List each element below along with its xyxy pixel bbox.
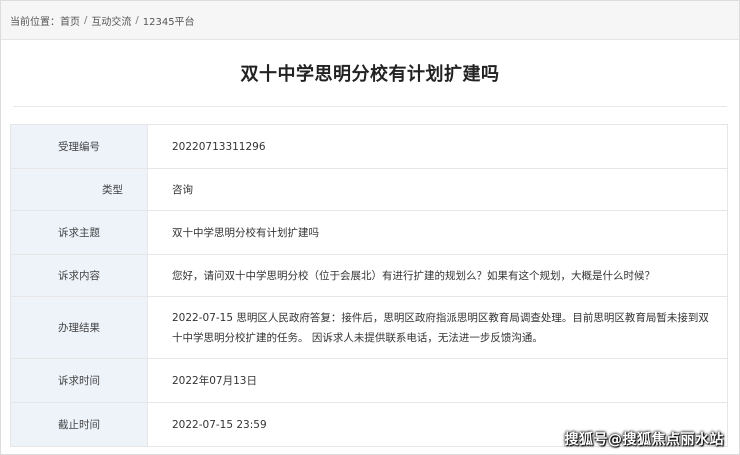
row-label-type: 类型: [10, 168, 148, 211]
breadcrumb-separator: /: [135, 14, 139, 26]
breadcrumb-link-12345[interactable]: 12345平台: [143, 13, 195, 28]
row-label-case-number: 受理编号: [10, 124, 148, 169]
breadcrumb-separator: /: [84, 14, 88, 26]
row-value-type: 咨询: [147, 168, 728, 211]
table-row: 诉求主题 双十中学思明分校有计划扩建吗: [10, 210, 728, 255]
row-label-subject: 诉求主题: [10, 210, 148, 255]
breadcrumb-link-home[interactable]: 首页: [60, 13, 80, 28]
table-row: 受理编号 20220713311296: [10, 124, 728, 169]
page-title: 双十中学思明分校有计划扩建吗: [240, 64, 500, 85]
title-area: 双十中学思明分校有计划扩建吗: [13, 40, 727, 107]
row-value-case-number: 20220713311296: [147, 124, 728, 169]
row-value-request-time: 2022年07月13日: [147, 358, 728, 403]
table-row: 类型 咨询: [10, 168, 728, 211]
breadcrumb-link-interaction[interactable]: 互动交流: [91, 13, 131, 28]
row-label-content: 诉求内容: [10, 254, 148, 297]
table-row: 诉求内容 您好，请问双十中学思明分校（位于会展北）有进行扩建的规划么？如果有这个…: [10, 254, 728, 297]
table-row: 诉求时间 2022年07月13日: [10, 358, 728, 403]
breadcrumb: 当前位置： 首页 / 互动交流 / 12345平台: [1, 1, 739, 40]
row-value-subject: 双十中学思明分校有计划扩建吗: [147, 210, 728, 255]
row-label-result: 办理结果: [10, 296, 148, 359]
row-label-deadline: 截止时间: [10, 402, 148, 447]
breadcrumb-prefix: 当前位置：: [10, 16, 60, 28]
table-row: 办理结果 2022-07-15 思明区人民政府答复：接件后，思明区政府指派思明区…: [10, 296, 728, 359]
row-value-result: 2022-07-15 思明区人民政府答复：接件后，思明区政府指派思明区教育局调查…: [147, 296, 728, 359]
watermark-text: 搜狐号@搜狐焦点丽水站: [564, 432, 724, 448]
row-label-request-time: 诉求时间: [10, 358, 148, 403]
row-value-content: 您好，请问双十中学思明分校（位于会展北）有进行扩建的规划么？如果有这个规划，大概…: [147, 254, 728, 297]
info-table: 受理编号 20220713311296 类型 咨询 诉求主题 双十中学思明分校有…: [10, 124, 728, 447]
